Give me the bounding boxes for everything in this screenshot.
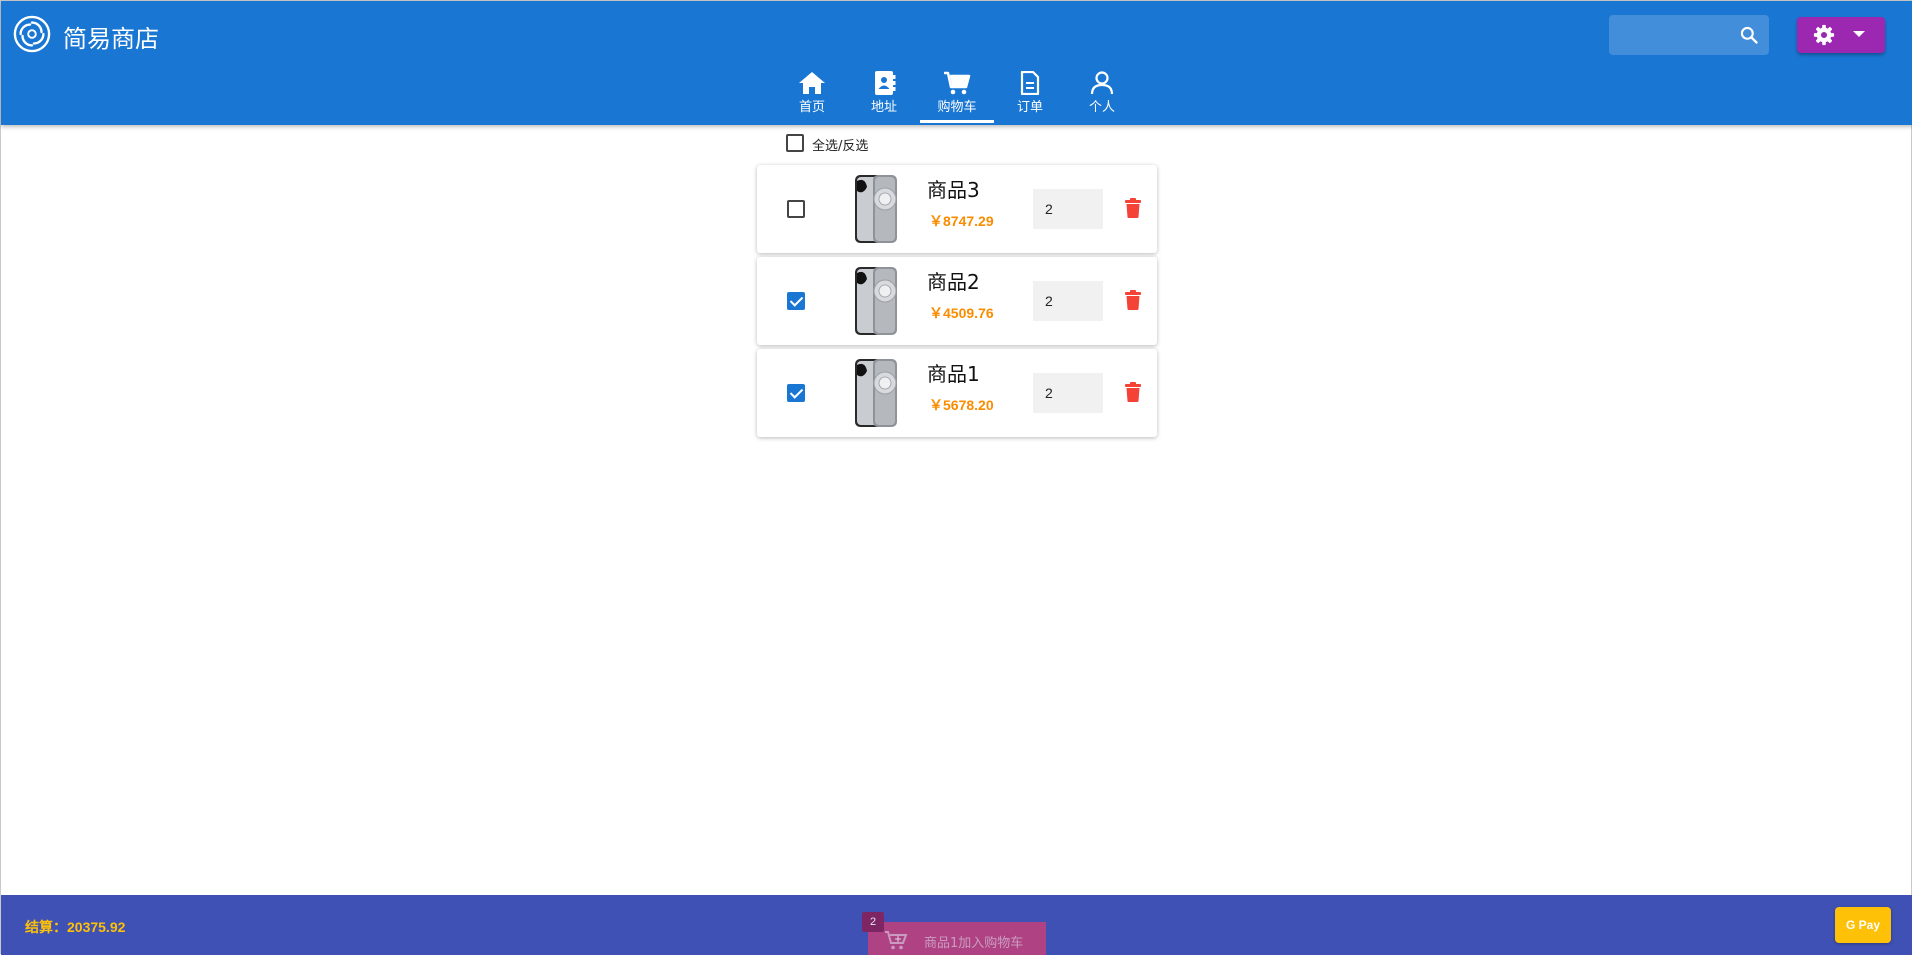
product-thumbnail[interactable] [843,265,913,337]
product-thumbnail[interactable] [843,173,913,245]
search-icon[interactable] [1739,25,1759,45]
tab-cart-label: 购物车 [937,100,977,115]
toast-count-badge: 2 [862,912,884,932]
item-select-checkbox[interactable] [787,200,805,218]
cart-item-card: 商品3 ￥8747.29 2 [757,165,1157,253]
tab-address[interactable]: 地址 [847,65,921,123]
toast-message: 商品1加入购物车 [924,936,1024,951]
item-select-checkbox[interactable] [787,384,805,402]
select-all-checkbox[interactable] [786,134,804,152]
cart-item-card: 商品2 ￥4509.76 2 [757,257,1157,345]
person-icon [1090,71,1114,95]
address-book-icon [875,71,896,95]
home-icon [799,72,825,94]
quantity-input[interactable]: 2 [1033,281,1103,321]
add-to-cart-icon [885,931,908,950]
tab-cart[interactable]: 购物车 [920,65,994,123]
select-all-label: 全选/反选 [812,139,869,154]
cart-icon [944,71,971,95]
chevron-down-icon [1853,31,1865,37]
product-name[interactable]: 商品2 [927,266,980,295]
search-input[interactable] [1609,15,1769,55]
bottom-nav-tabs: 首页 地址 购物车 订单 个人 [1,65,1912,123]
product-name[interactable]: 商品3 [927,174,980,203]
trash-icon[interactable] [1125,382,1141,402]
checkout-bar: 结算：20375.92 2 商品1加入购物车 G Pay [1,895,1912,955]
app-window: 简易商店 首页 地址 购物车 订单 个人 全选/反选 商品3 ￥8747.29 … [0,0,1912,955]
snackbar-toast: 2 商品1加入购物车 [862,912,1046,955]
item-select-checkbox[interactable] [787,292,805,310]
brand-title: 简易商店 [63,25,159,53]
quantity-input[interactable]: 2 [1033,373,1103,413]
tab-orders-label: 订单 [1016,100,1043,115]
tab-address-label: 地址 [870,100,897,115]
product-name[interactable]: 商品1 [927,358,980,387]
product-price: ￥5678.20 [929,397,994,413]
settings-menu-button[interactable] [1797,17,1885,53]
tab-home-label: 首页 [798,100,825,115]
cart-item-card: 商品1 ￥5678.20 2 [757,349,1157,437]
pay-button[interactable]: G Pay [1835,907,1891,943]
top-app-bar: 简易商店 首页 地址 购物车 订单 个人 [1,1,1912,125]
trash-icon[interactable] [1125,198,1141,218]
tab-orders[interactable]: 订单 [993,65,1067,123]
shop-logo-icon [13,15,51,53]
checkout-total: 结算：20375.92 [25,919,126,935]
product-price: ￥4509.76 [929,305,994,321]
quantity-input[interactable]: 2 [1033,189,1103,229]
gear-icon [1813,24,1835,46]
tab-home[interactable]: 首页 [775,65,849,123]
trash-icon[interactable] [1125,290,1141,310]
product-thumbnail[interactable] [843,357,913,429]
document-icon [1020,71,1040,95]
product-price: ￥8747.29 [929,213,994,229]
tab-profile[interactable]: 个人 [1065,65,1139,123]
tab-profile-label: 个人 [1088,100,1115,115]
